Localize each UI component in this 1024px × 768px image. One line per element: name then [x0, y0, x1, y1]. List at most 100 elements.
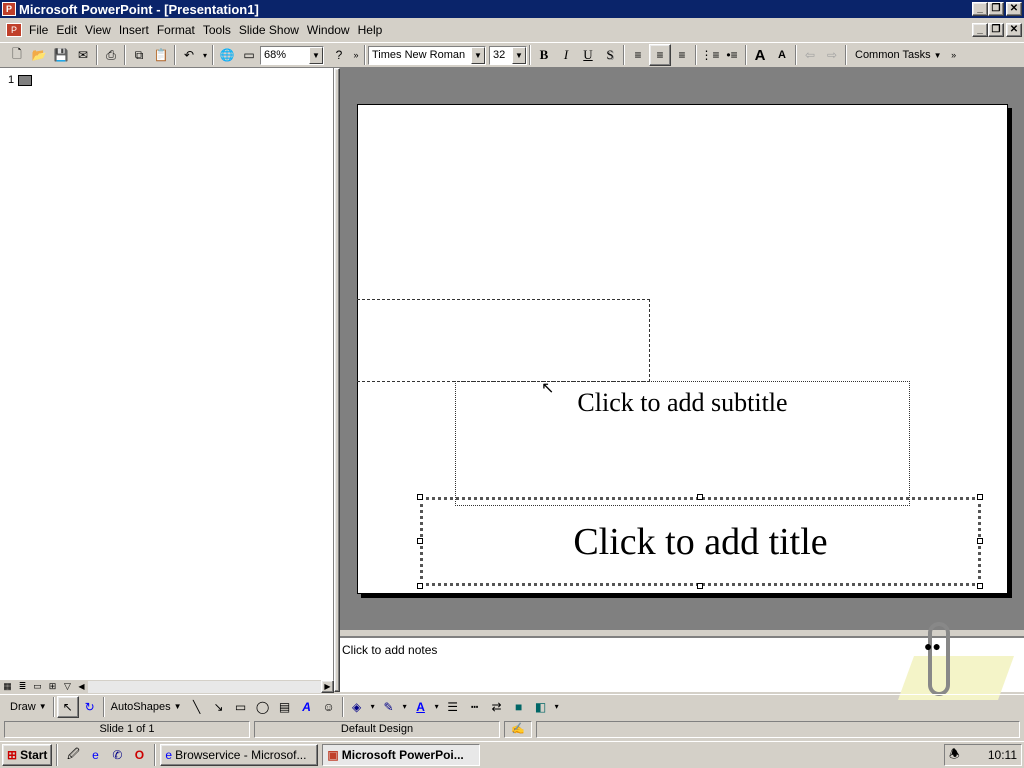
resize-handle-w[interactable] [417, 538, 423, 544]
slide-show-icon[interactable]: ▽ [60, 680, 75, 693]
restore-button[interactable]: ❐ [988, 2, 1004, 16]
task-powerpoint[interactable]: ▣ Microsoft PowerPoi... [322, 744, 481, 766]
menu-window[interactable]: Window [303, 23, 354, 37]
email-icon[interactable]: ✉ [72, 44, 94, 66]
empty-placeholder[interactable] [357, 299, 650, 382]
internet-explorer-icon[interactable]: e [84, 744, 106, 766]
horizontal-scrollbar[interactable] [88, 680, 321, 693]
demote-icon[interactable]: ⇨ [821, 44, 843, 66]
select-objects-icon[interactable]: ↖ [56, 695, 79, 718]
save-icon[interactable]: 💾 [50, 44, 72, 66]
doc-minimize-button[interactable]: _ [972, 23, 988, 37]
shadow-button[interactable]: S [599, 44, 621, 66]
wordart-icon[interactable]: A [296, 696, 318, 718]
promote-icon[interactable]: ⇦ [799, 44, 821, 66]
slide-view-icon[interactable]: ▭ [30, 680, 45, 693]
decrease-font-icon[interactable]: A [771, 44, 793, 66]
help-icon[interactable]: ? [328, 44, 350, 66]
oval-tool-icon[interactable]: ◯ [252, 696, 274, 718]
menu-help[interactable]: Help [354, 23, 387, 37]
menu-insert[interactable]: Insert [115, 23, 153, 37]
line-color-dropdown-icon[interactable]: ▾ [400, 696, 410, 718]
dash-style-icon[interactable]: ┅ [464, 696, 486, 718]
normal-view-icon[interactable]: ▦ [0, 680, 15, 693]
open-folder-icon[interactable]: 📂 [28, 44, 50, 66]
copy-icon[interactable]: ⧉ [128, 44, 150, 66]
task-browservice[interactable]: e Browservice - Microsof... [160, 744, 319, 766]
font-select[interactable]: Times New Roman ▼ [368, 45, 486, 65]
italic-button[interactable]: I [555, 44, 577, 66]
resize-handle-e[interactable] [977, 538, 983, 544]
opera-icon[interactable]: O [128, 744, 150, 766]
new-slide-icon[interactable]: ▭ [238, 44, 260, 66]
free-rotate-icon[interactable]: ↻ [79, 696, 101, 718]
draw-menu-button[interactable]: Draw ▼ [6, 696, 51, 718]
print-icon[interactable]: ⎙ [100, 44, 122, 66]
more-buttons-icon[interactable]: » [350, 44, 362, 66]
resize-handle-se[interactable] [977, 583, 983, 589]
hyperlink-icon[interactable]: 🌐 [216, 44, 238, 66]
font-dropdown-icon[interactable]: ▼ [471, 46, 485, 64]
fill-color-dropdown-icon[interactable]: ▾ [368, 696, 378, 718]
spelling-status-icon[interactable]: ✍ [504, 720, 532, 738]
drawing-options-icon[interactable]: ▾ [552, 696, 562, 718]
zoom-select[interactable]: 68% ▼ [260, 45, 324, 65]
toolbar-options-icon[interactable]: » [948, 44, 960, 66]
new-document-icon[interactable]: 🗋 [6, 44, 28, 66]
autoshapes-button[interactable]: AutoShapes ▼ [107, 696, 186, 718]
menu-view[interactable]: View [81, 23, 115, 37]
slide-sorter-icon[interactable]: ⊞ [45, 680, 60, 693]
clip-art-icon[interactable]: ☺ [318, 696, 340, 718]
slide-thumbnail-icon[interactable] [18, 75, 32, 86]
minimize-button[interactable]: _ [972, 2, 988, 16]
line-tool-icon[interactable]: ╲ [186, 696, 208, 718]
paste-icon[interactable]: 📋 [150, 44, 172, 66]
align-center-icon[interactable]: ≡ [649, 44, 671, 66]
outlook-express-icon[interactable]: ✆ [106, 744, 128, 766]
title-placeholder[interactable]: Click to add title [420, 497, 981, 586]
outline-view-icon[interactable]: ≣ [15, 680, 30, 693]
office-assistant-clippy[interactable]: ●● [897, 616, 1015, 702]
resize-handle-ne[interactable] [977, 494, 983, 500]
tray-speaker-icon[interactable]: 🕭 [949, 745, 960, 766]
menu-tools[interactable]: Tools [199, 23, 235, 37]
numbering-icon[interactable]: ⋮≡ [699, 44, 721, 66]
undo-icon[interactable]: ↶ [178, 44, 200, 66]
shadow-icon[interactable]: ■ [508, 696, 530, 718]
fill-color-icon[interactable]: ◈ [346, 696, 368, 718]
doc-restore-button[interactable]: ❐ [988, 23, 1004, 37]
resize-handle-sw[interactable] [417, 583, 423, 589]
text-box-icon[interactable]: ▤ [274, 696, 296, 718]
font-color-icon[interactable]: A [410, 696, 432, 718]
font-size-select[interactable]: 32 ▼ [489, 45, 527, 65]
undo-dropdown-icon[interactable]: ▾ [200, 44, 210, 66]
menu-file[interactable]: File [25, 23, 52, 37]
font-size-dropdown-icon[interactable]: ▼ [512, 46, 526, 64]
show-desktop-icon[interactable]: 🖉 [62, 744, 84, 766]
subtitle-placeholder[interactable]: Click to add subtitle [455, 381, 910, 506]
menu-slide-show[interactable]: Slide Show [235, 23, 303, 37]
line-style-icon[interactable]: ☰ [442, 696, 464, 718]
arrow-style-icon[interactable]: ⇄ [486, 696, 508, 718]
powerpoint-app-icon[interactable]: P [2, 2, 16, 16]
scroll-right-icon[interactable]: ▶ [321, 680, 334, 693]
document-icon[interactable]: P [6, 23, 22, 37]
bullets-icon[interactable]: •≡ [721, 44, 743, 66]
scroll-left-icon[interactable]: ◀ [75, 680, 88, 693]
resize-handle-s[interactable] [697, 583, 703, 589]
font-color-dropdown-icon[interactable]: ▾ [432, 696, 442, 718]
menu-edit[interactable]: Edit [52, 23, 81, 37]
resize-handle-n[interactable] [697, 494, 703, 500]
outline-pane[interactable]: 1 [0, 68, 334, 680]
resize-handle-nw[interactable] [417, 494, 423, 500]
align-left-icon[interactable]: ≡ [627, 44, 649, 66]
clock[interactable]: 10:11 [988, 748, 1017, 762]
align-right-icon[interactable]: ≡ [671, 44, 693, 66]
3d-icon[interactable]: ◧ [530, 696, 552, 718]
common-tasks-button[interactable]: Common Tasks ▼ [849, 44, 948, 66]
bold-button[interactable]: B [533, 44, 555, 66]
arrow-tool-icon[interactable]: ↘ [208, 696, 230, 718]
doc-close-button[interactable]: ✕ [1006, 23, 1022, 37]
zoom-dropdown-icon[interactable]: ▼ [309, 46, 323, 64]
start-button[interactable]: ⊞ Start [2, 744, 53, 766]
